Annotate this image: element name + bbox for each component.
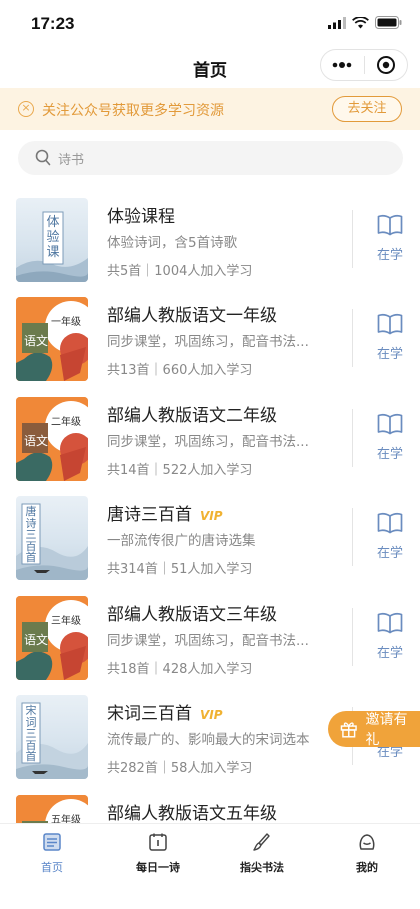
course-meta: 共282首｜58人加入学习: [107, 761, 253, 776]
follow-button[interactable]: 去关注: [332, 96, 402, 122]
learning-button[interactable]: 在学: [372, 214, 408, 263]
item-divider: [352, 309, 353, 367]
course-cover: 唐诗三百首: [16, 496, 88, 580]
profile-icon: [359, 834, 375, 850]
course-item[interactable]: 唐诗三百首 唐诗三百首 VIP 一部流传很广的唐诗选集 共314首｜51人加入学习…: [0, 494, 420, 594]
course-meta: 共5首｜1004人加入学习: [107, 264, 253, 279]
item-divider: [352, 608, 353, 666]
item-divider: [352, 409, 353, 467]
target-icon: [376, 56, 395, 74]
cover-title: 体验课: [46, 215, 60, 260]
learning-status: 在学: [376, 248, 403, 263]
course-meta: 共18首｜428人加入学习: [107, 662, 253, 677]
course-cover: 二年级 语文: [16, 397, 88, 481]
course-item[interactable]: 五年级 部编人教版语文五年级: [0, 793, 420, 823]
course-title: 部编人教版语文一年级: [107, 306, 277, 326]
item-divider: [352, 508, 353, 566]
course-cover: 一年级 语文: [16, 297, 88, 381]
course-item[interactable]: 三年级 语文 部编人教版语文三年级 同步课堂，巩固练习，配音书法... 共18首…: [0, 594, 420, 694]
tab-calligraphy[interactable]: 指尖书法: [222, 832, 302, 875]
more-button[interactable]: [321, 50, 364, 80]
course-cover: 五年级: [16, 795, 88, 823]
course-title: 部编人教版语文三年级: [107, 605, 277, 625]
tab-label: 首页: [41, 861, 63, 874]
course-title: 宋词三百首 VIP: [107, 704, 223, 724]
status-time: 17:23: [31, 14, 75, 33]
course-desc: 流传最广的、影响最大的宋词选本: [107, 732, 310, 748]
course-title: 体验课程: [107, 207, 175, 227]
course-item[interactable]: 体验课 体验课程 体验诗词，含5首诗歌 共5首｜1004人加入学习 在学: [0, 196, 420, 296]
learning-status: 在学: [376, 546, 403, 561]
follow-notice-bar: × 关注公众号获取更多学习资源 去关注: [0, 88, 420, 130]
course-cover: 宋词三百首: [16, 695, 88, 779]
cover-grade-label: 一年级: [51, 317, 81, 328]
course-desc: 一部流传很广的唐诗选集: [107, 533, 256, 549]
cover-subject-label: 语文: [24, 334, 49, 348]
status-icons: [328, 16, 402, 29]
close-mini-program-button[interactable]: [364, 50, 407, 80]
tab-profile[interactable]: 我的: [327, 832, 407, 875]
cover-subject-label: 语文: [24, 434, 49, 448]
cover-title: 唐诗三百首: [25, 505, 37, 564]
course-cover: 体验课: [16, 198, 88, 282]
book-icon: [377, 314, 403, 335]
vip-badge: VIP: [200, 509, 223, 523]
search-icon: [35, 149, 51, 166]
item-divider: [352, 210, 353, 268]
more-dots-icon: [332, 62, 352, 68]
calendar-icon: [149, 833, 167, 851]
learning-button[interactable]: 在学: [372, 313, 408, 362]
cover-grade-label: 三年级: [51, 616, 81, 627]
gift-icon: [340, 722, 357, 738]
book-icon: [377, 414, 403, 435]
book-icon: [377, 215, 403, 236]
course-title: 部编人教版语文二年级: [107, 406, 277, 426]
tab-daily-poem[interactable]: 每日一诗: [118, 832, 198, 875]
battery-icon: [375, 16, 402, 29]
tab-label: 每日一诗: [136, 861, 180, 874]
course-cover: 三年级 语文: [16, 596, 88, 680]
course-title: 部编人教版语文五年级: [107, 804, 277, 823]
course-desc: 同步课堂，巩固练习，配音书法...: [107, 434, 309, 450]
home-icon: [43, 833, 61, 851]
learning-status: 在学: [376, 646, 403, 661]
book-icon: [377, 613, 403, 634]
mini-program-capsule: [320, 49, 408, 81]
wifi-icon: [352, 16, 369, 28]
status-bar: 17:23: [0, 0, 420, 46]
bottom-tab-bar: 首页 每日一诗 指尖书法 我的: [0, 823, 420, 909]
cover-grade-label: 五年级: [51, 815, 81, 823]
cover-grade-label: 二年级: [51, 417, 81, 428]
book-icon: [377, 513, 403, 534]
brush-icon: [253, 833, 270, 851]
search-placeholder: 诗书: [58, 153, 85, 168]
tab-label: 我的: [356, 861, 378, 874]
cover-title: 宋词三百首: [25, 704, 37, 763]
learning-status: 在学: [376, 447, 403, 462]
search-input[interactable]: 诗书: [18, 141, 403, 175]
invite-label: 邀请有礼: [365, 712, 408, 748]
course-meta: 共14首｜522人加入学习: [107, 463, 253, 478]
course-meta: 共13首｜660人加入学习: [107, 363, 253, 378]
course-item[interactable]: 一年级 语文 部编人教版语文一年级 同步课堂，巩固练习，配音书法... 共13首…: [0, 295, 420, 395]
close-notice-icon[interactable]: ×: [18, 101, 34, 117]
nav-bar: 首页: [0, 46, 420, 88]
invite-gift-button[interactable]: 邀请有礼: [328, 711, 420, 748]
course-desc: 同步课堂，巩固练习，配音书法...: [107, 633, 309, 649]
course-title: 唐诗三百首 VIP: [107, 505, 223, 525]
course-desc: 同步课堂，巩固练习，配音书法...: [107, 334, 309, 350]
course-item[interactable]: 二年级 语文 部编人教版语文二年级 同步课堂，巩固练习，配音书法... 共14首…: [0, 395, 420, 495]
signal-icon: [328, 16, 346, 29]
tab-home[interactable]: 首页: [12, 832, 92, 875]
vip-badge: VIP: [200, 708, 223, 722]
learning-button[interactable]: 在学: [372, 612, 408, 661]
notice-text: 关注公众号获取更多学习资源: [42, 103, 224, 119]
learning-button[interactable]: 在学: [372, 512, 408, 561]
cover-subject-label: 语文: [24, 633, 49, 647]
learning-button[interactable]: 在学: [372, 413, 408, 462]
course-desc: 体验诗词，含5首诗歌: [107, 235, 238, 251]
learning-status: 在学: [376, 347, 403, 362]
tab-label: 指尖书法: [240, 861, 284, 874]
course-meta: 共314首｜51人加入学习: [107, 562, 253, 577]
